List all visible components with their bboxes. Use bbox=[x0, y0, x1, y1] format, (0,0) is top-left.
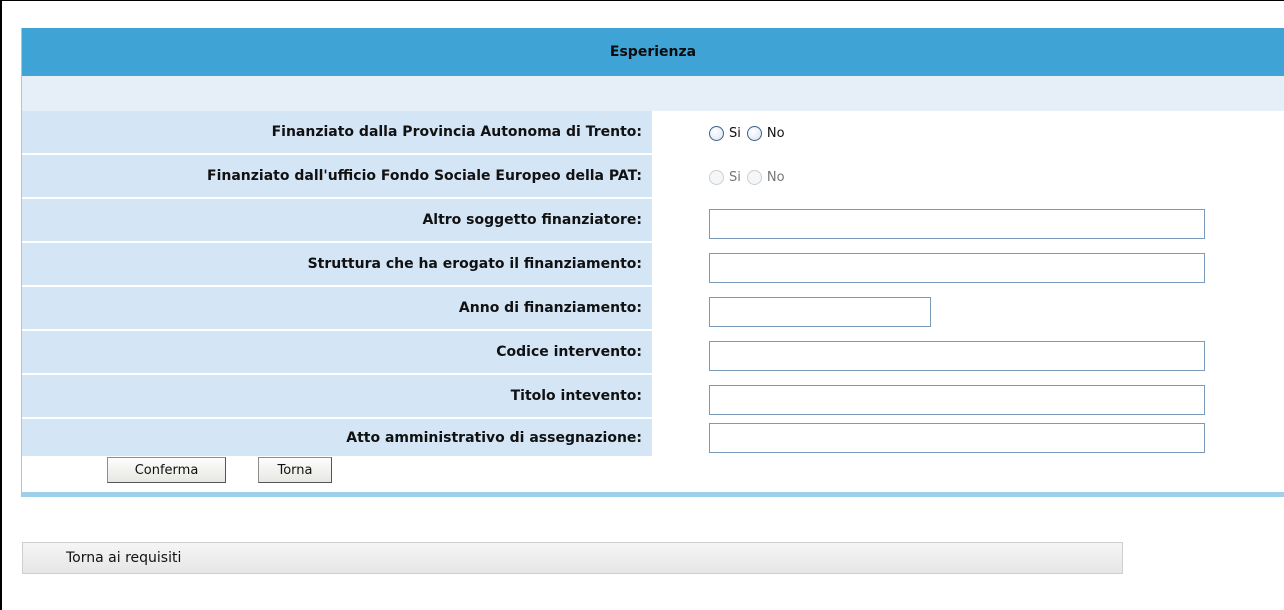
panel-bottom-border bbox=[22, 492, 1284, 497]
section-title: Esperienza bbox=[22, 28, 1284, 76]
form-row-administrative-act: Atto amministrativo di assegnazione: bbox=[22, 419, 1284, 456]
radio-label-si: Si bbox=[729, 169, 741, 185]
other-funder-input[interactable] bbox=[709, 209, 1205, 239]
form-row-intervention-title: Titolo intevento: bbox=[22, 375, 1284, 419]
radio-group-funded-by-fse: Si No bbox=[709, 155, 791, 199]
form-row-intervention-code: Codice intervento: bbox=[22, 331, 1284, 375]
field-label: Struttura che ha erogato il finanziament… bbox=[22, 243, 652, 287]
field-label: Altro soggetto finanziatore: bbox=[22, 199, 652, 243]
field-label: Finanziato dall'ufficio Fondo Sociale Eu… bbox=[22, 155, 652, 199]
form-row-funded-by-fse: Finanziato dall'ufficio Fondo Sociale Eu… bbox=[22, 155, 1284, 199]
form-row-funding-structure: Struttura che ha erogato il finanziament… bbox=[22, 243, 1284, 287]
field-label: Finanziato dalla Provincia Autonoma di T… bbox=[22, 111, 652, 155]
window-border-top bbox=[0, 0, 1284, 1]
experience-form-panel: Esperienza Finanziato dalla Provincia Au… bbox=[21, 28, 1284, 497]
intervention-title-input[interactable] bbox=[709, 385, 1205, 415]
back-to-requirements-link[interactable]: Torna ai requisiti bbox=[22, 542, 1123, 574]
radio-si[interactable] bbox=[709, 125, 724, 141]
back-button[interactable]: Torna bbox=[258, 457, 332, 483]
radio-no[interactable] bbox=[746, 125, 762, 141]
intervention-code-input[interactable] bbox=[709, 341, 1205, 371]
field-label: Atto amministrativo di assegnazione: bbox=[22, 419, 652, 456]
form-row-funding-year: Anno di finanziamento: bbox=[22, 287, 1284, 331]
funding-year-input[interactable] bbox=[709, 297, 931, 327]
funding-structure-input[interactable] bbox=[709, 253, 1205, 283]
radio-label-si: Si bbox=[729, 125, 741, 141]
window-border-left bbox=[0, 0, 2, 610]
radio-label-no: No bbox=[766, 169, 785, 185]
field-label: Anno di finanziamento: bbox=[22, 287, 652, 331]
administrative-act-input[interactable] bbox=[709, 423, 1205, 453]
radio-no-disabled bbox=[746, 169, 762, 185]
radio-group-funded-by-province: Si No bbox=[709, 111, 791, 155]
section-subheader bbox=[22, 76, 1284, 111]
form-row-other-funder: Altro soggetto finanziatore: bbox=[22, 199, 1284, 243]
field-label: Titolo intevento: bbox=[22, 375, 652, 419]
field-label: Codice intervento: bbox=[22, 331, 652, 375]
radio-label-no: No bbox=[766, 125, 785, 141]
form-actions: Conferma Torna bbox=[22, 456, 1284, 489]
form-row-funded-by-province: Finanziato dalla Provincia Autonoma di T… bbox=[22, 111, 1284, 155]
confirm-button[interactable]: Conferma bbox=[107, 457, 226, 483]
radio-si-disabled bbox=[709, 169, 724, 185]
